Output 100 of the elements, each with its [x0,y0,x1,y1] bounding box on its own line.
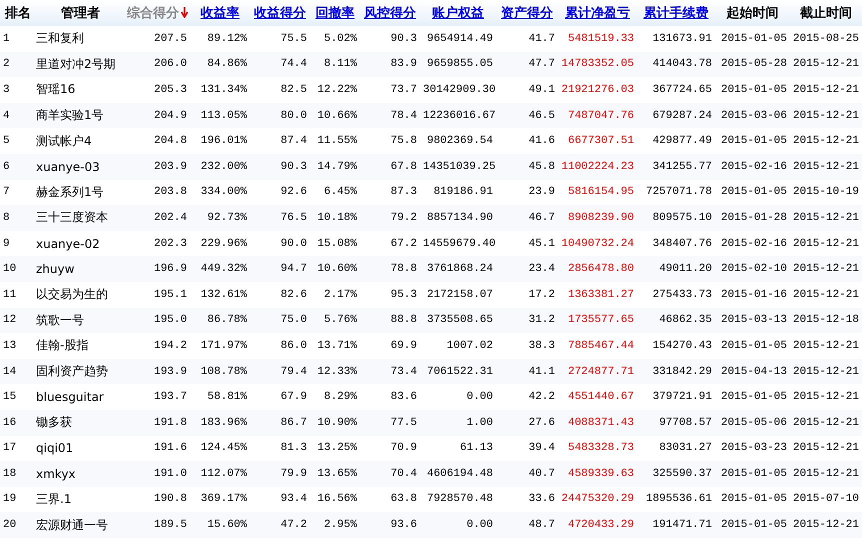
table-cell: 2015-01-05 [715,461,790,487]
table-cell: 70.9 [360,436,420,462]
table-cell: 3 [0,77,36,103]
table-cell: 195.0 [125,308,190,334]
table-cell: 12.22% [310,77,360,103]
manager-name-cell: 宏源财通一号 [36,512,125,538]
column-sort-link[interactable]: 风控得分 [364,6,416,21]
table-cell: 93.4 [250,486,310,512]
table-cell: 205.3 [125,77,190,103]
table-cell: 3761868.24 [420,256,496,282]
table-cell: 2015-01-28 [715,205,790,231]
column-sort-link[interactable]: 收益率 [200,6,240,21]
table-cell: 27.6 [496,410,558,436]
table-cell: 2015-01-05 [715,26,790,52]
table-cell: 78.8 [360,256,420,282]
table-cell: 5.76% [310,308,360,334]
column-sort-link[interactable]: 资产得分 [501,6,553,21]
table-cell: 196.01% [190,128,250,154]
table-cell: 9659855.05 [420,52,496,78]
table-cell: 2015-01-05 [715,384,790,410]
table-cell: 2015-01-05 [715,333,790,359]
table-cell: 1007.02 [420,333,496,359]
table-cell: 11002224.23 [558,154,637,180]
table-cell: 39.4 [496,436,558,462]
table-cell: 87.4 [250,128,310,154]
manager-name-cell: 锄多获 [36,410,125,436]
column-sort-link[interactable]: 账户权益 [432,6,484,21]
table-cell: 15 [0,384,36,410]
manager-name-cell: 商羊实验1号 [36,102,125,128]
table-cell: 93.6 [360,512,420,538]
column-header: 起始时间 [726,6,778,21]
table-cell: 2015-02-16 [715,230,790,256]
column-sort-link[interactable]: 累计手续费 [644,6,708,21]
column-header: 排名 [5,6,31,21]
table-cell: 88.8 [360,308,420,334]
sort-down-arrow-icon [181,7,188,18]
column-sort-link[interactable]: 收益得分 [254,6,306,21]
table-cell: 1 [0,26,36,52]
table-cell: 86.0 [250,333,310,359]
table-cell: 4720433.29 [558,512,637,538]
manager-name-cell: 赫金系列1号 [36,180,125,206]
table-cell: 195.1 [125,282,190,308]
manager-name-cell: 三和复利 [36,26,125,52]
table-cell: 204.9 [125,102,190,128]
table-cell: 45.8 [496,154,558,180]
table-cell: 48.7 [496,512,558,538]
table-cell: 6 [0,154,36,180]
table-cell: 46.7 [496,205,558,231]
table-cell: 14.79% [310,154,360,180]
table-cell: 6677307.51 [558,128,637,154]
table-cell: 40.7 [496,461,558,487]
table-cell: 46.5 [496,102,558,128]
column-sort-link[interactable]: 回撤率 [316,6,354,21]
table-cell: 86.7 [250,410,310,436]
table-cell: 14559679.40 [420,230,496,256]
table-cell: 334.00% [190,180,250,206]
table-cell: 10.66% [310,102,360,128]
table-cell: 2015-12-21 [790,154,862,180]
table-cell: 194.2 [125,333,190,359]
table-cell: 11.55% [310,128,360,154]
table-cell: 2015-07-10 [790,486,862,512]
manager-name-cell: bluesguitar [36,384,125,410]
manager-name-cell: 三界.1 [36,486,125,512]
manager-name-cell: xuanye-03 [36,154,125,180]
table-cell: 69.9 [360,333,420,359]
table-cell: 10.60% [310,256,360,282]
table-cell: 191.0 [125,461,190,487]
table-cell: 113.05% [190,102,250,128]
table-cell: 41.1 [496,358,558,384]
table-cell: 21921276.03 [558,77,637,103]
table-cell: 325590.37 [637,461,715,487]
table-cell: 70.4 [360,461,420,487]
table-cell: 49011.20 [637,256,715,282]
table-cell: 2015-10-19 [790,180,862,206]
table-cell: 193.7 [125,384,190,410]
table-cell: 2015-12-18 [790,308,862,334]
table-cell: 15.60% [190,512,250,538]
table-cell: 63.8 [360,486,420,512]
table-cell: 4606194.48 [420,461,496,487]
manager-name-cell: 筑歌一号 [36,308,125,334]
table-cell: 82.6 [250,282,310,308]
table-cell: 89.12% [190,26,250,52]
table-cell: 8908239.90 [558,205,637,231]
table-cell: 207.5 [125,26,190,52]
table-cell: 82.5 [250,77,310,103]
table-cell: 348407.76 [637,230,715,256]
table-cell: 341255.77 [637,154,715,180]
table-cell: 76.5 [250,205,310,231]
table-cell: 183.96% [190,410,250,436]
column-sort-link[interactable]: 累计净盈亏 [565,6,630,21]
table-cell: 5483328.73 [558,436,637,462]
table-cell: 191.6 [125,436,190,462]
table-cell: 75.0 [250,308,310,334]
table-cell: 2015-12-21 [790,256,862,282]
table-cell: 12236016.67 [420,102,496,128]
manager-name-cell: xmkyx [36,461,125,487]
table-cell: 33.6 [496,486,558,512]
table-cell: 2172158.07 [420,282,496,308]
table-cell: 23.9 [496,180,558,206]
table-cell: 171.97% [190,333,250,359]
